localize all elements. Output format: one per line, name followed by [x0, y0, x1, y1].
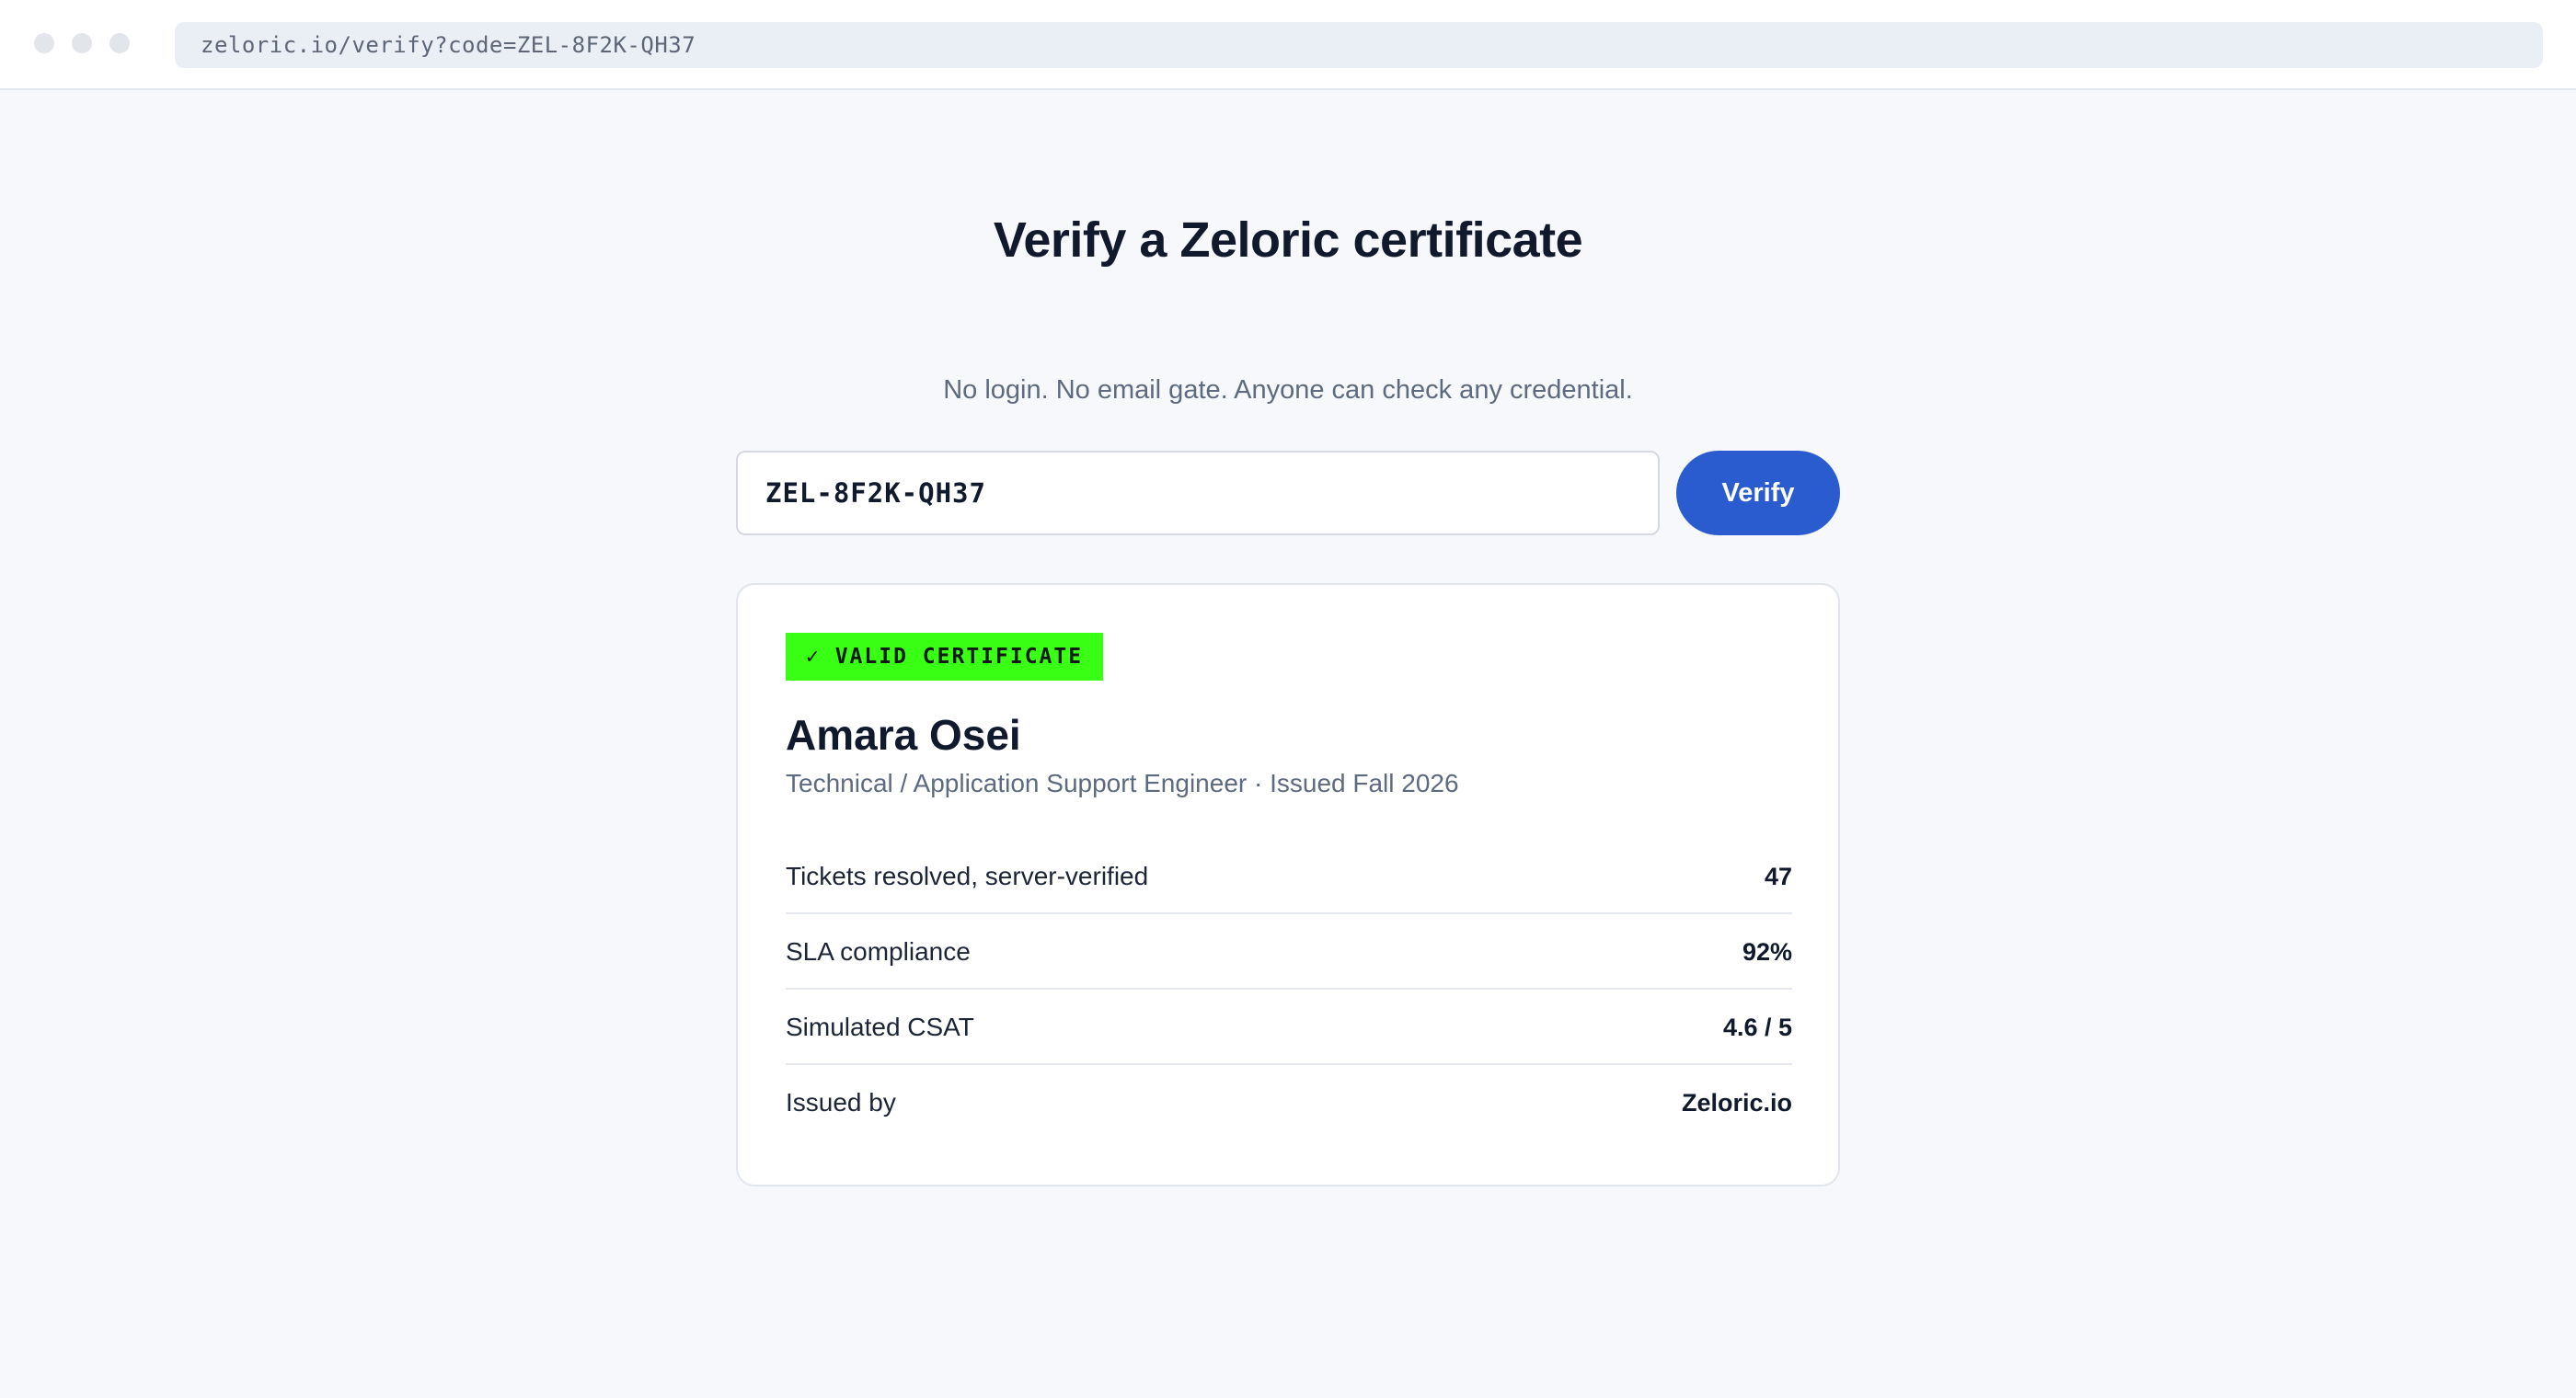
address-bar[interactable]: zeloric.io/verify?code=ZEL-8F2K-QH37 — [175, 22, 2543, 68]
certificate-card: ✓ VALID CERTIFICATE Amara Osei Technical… — [736, 583, 1840, 1186]
detail-value: 4.6 / 5 — [1722, 1014, 1792, 1041]
page-title: Verify a Zeloric certificate — [993, 212, 1583, 268]
detail-row-tickets: Tickets resolved, server-verified 47 — [786, 839, 1792, 914]
page-subtitle: No login. No email gate. Anyone can chec… — [943, 375, 1633, 405]
detail-row-csat: Simulated CSAT 4.6 / 5 — [786, 990, 1792, 1065]
detail-value: Zeloric.io — [1681, 1089, 1792, 1117]
window-minimize-dot[interactable] — [72, 33, 92, 53]
detail-row-issuer: Issued by Zeloric.io — [786, 1065, 1792, 1140]
certificate-details: Tickets resolved, server-verified 47 SLA… — [786, 839, 1792, 1140]
window-close-dot[interactable] — [34, 33, 54, 53]
browser-chrome: zeloric.io/verify?code=ZEL-8F2K-QH37 — [0, 0, 2576, 90]
detail-value: 92% — [1742, 938, 1792, 966]
detail-value: 47 — [1764, 863, 1792, 890]
detail-label: Tickets resolved, server-verified — [786, 862, 1149, 890]
certificate-holder-name: Amara Osei — [786, 711, 1021, 759]
window-maximize-dot[interactable] — [109, 33, 130, 53]
valid-certificate-badge: ✓ VALID CERTIFICATE — [786, 633, 1104, 681]
certificate-holder-meta: Technical / Application Support Engineer… — [786, 769, 1459, 797]
detail-label: SLA compliance — [786, 937, 971, 966]
detail-label: Issued by — [786, 1088, 896, 1117]
certificate-code-input[interactable] — [736, 451, 1660, 535]
detail-label: Simulated CSAT — [786, 1013, 974, 1041]
detail-row-sla: SLA compliance 92% — [786, 914, 1792, 990]
verify-button[interactable]: Verify — [1676, 451, 1840, 535]
